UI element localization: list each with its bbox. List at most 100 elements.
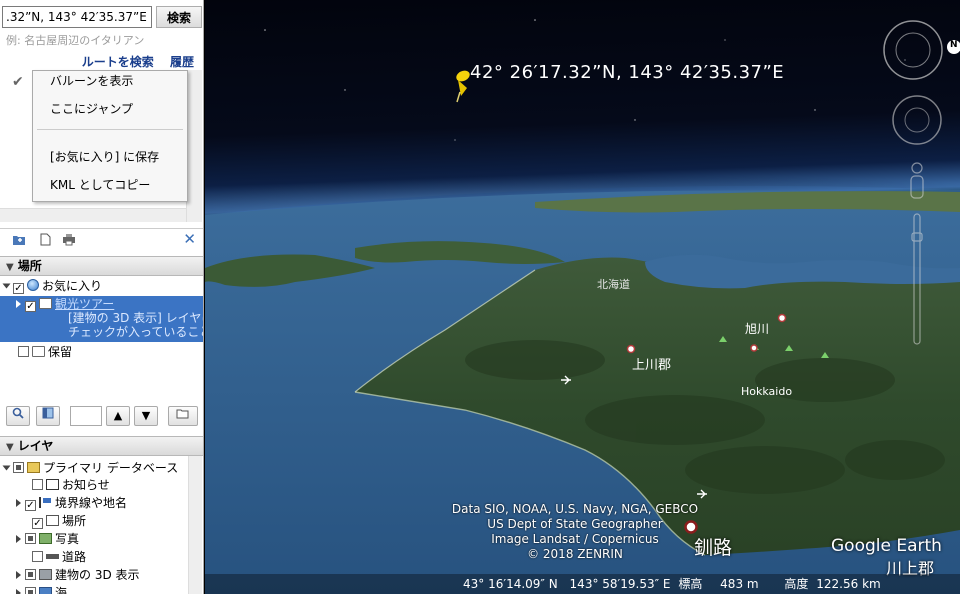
road-icon	[46, 554, 59, 559]
down-arrow-icon: ▼	[141, 409, 151, 422]
layers-stack-icon	[27, 462, 40, 473]
expand-arrow-icon[interactable]	[16, 300, 21, 308]
pending-checkbox[interactable]	[18, 346, 29, 357]
layer-checkbox[interactable]	[32, 551, 43, 562]
region-label-hokkaido: 北海道	[597, 278, 630, 291]
expand-arrow-icon[interactable]	[16, 535, 21, 543]
favorites-label: お気に入り	[42, 279, 103, 293]
layer-label: プライマリ データベース	[43, 461, 179, 475]
panel-icon	[42, 407, 54, 419]
status-altitude-value: 122.56 km	[816, 577, 881, 591]
folder-icon	[39, 298, 52, 309]
ocean-icon	[39, 587, 52, 594]
tour-label[interactable]: 観光ツアー	[55, 297, 114, 311]
search-input[interactable]	[2, 6, 152, 28]
layer-photos[interactable]: 写真	[16, 531, 79, 547]
layer-label: 写真	[55, 532, 80, 546]
google-earth-window: 検索 例: 名古屋周辺のイタリアン ルートを検索 履歴 ✔ バルーンを表示 ここ…	[0, 0, 960, 594]
route-search-link[interactable]: ルートを検索	[82, 55, 154, 69]
menu-item-show-balloon[interactable]: バルーンを表示	[50, 72, 133, 89]
magnifier-icon	[12, 407, 24, 419]
places-header[interactable]: ▼ 場所	[0, 256, 203, 276]
pushpin-icon[interactable]	[455, 69, 472, 103]
attribution-line: US Dept of State Geographer	[487, 517, 663, 531]
search-places-button[interactable]	[6, 406, 30, 426]
layer-3d-buildings[interactable]: 建物の 3D 表示	[16, 567, 140, 583]
menu-item-fly-here[interactable]: ここにジャンプ	[50, 100, 133, 117]
compass-control[interactable]	[883, 20, 960, 80]
search-button[interactable]: 検索	[156, 6, 202, 28]
results-horizontal-scrollbar[interactable]	[0, 208, 186, 222]
layer-places[interactable]: ✓ 場所	[32, 513, 86, 529]
add-folder-icon[interactable]	[12, 233, 26, 246]
expand-arrow-icon[interactable]	[16, 589, 21, 594]
add-document-icon[interactable]	[38, 233, 52, 246]
results-vertical-scrollbar[interactable]	[186, 70, 202, 222]
places-toolbar: ✕	[0, 228, 203, 250]
close-icon[interactable]: ✕	[183, 230, 196, 248]
layers-scrollbar[interactable]	[188, 456, 202, 594]
move-up-button[interactable]: ▲	[106, 406, 130, 426]
move-down-button[interactable]: ▼	[134, 406, 158, 426]
tour-checkbox[interactable]: ✓	[25, 301, 36, 312]
layer-borders-labels[interactable]: ✓ 境界線や地名	[16, 495, 127, 511]
layer-checkbox[interactable]	[25, 587, 36, 594]
layer-notifications[interactable]: お知らせ	[32, 477, 110, 493]
flag-icon	[39, 497, 52, 508]
expand-arrow-icon[interactable]	[16, 499, 21, 507]
history-link[interactable]: 履歴	[170, 55, 194, 69]
menu-item-copy-as-kml[interactable]: KML としてコピー	[50, 176, 150, 193]
tree-item-favorites[interactable]: ✓ お気に入り	[2, 278, 103, 294]
status-elevation-value: 483 m	[720, 577, 759, 591]
collapse-triangle-icon: ▼	[6, 442, 14, 453]
search-hint: 例: 名古屋周辺のイタリアン	[6, 34, 145, 47]
favorites-checkbox[interactable]: ✓	[13, 283, 24, 294]
layer-checkbox[interactable]: ✓	[25, 500, 36, 511]
layer-label: 場所	[62, 514, 87, 528]
search-row: 検索	[2, 6, 202, 28]
building-icon	[39, 569, 52, 580]
layer-checkbox[interactable]	[13, 462, 24, 473]
menu-item-save-to-places[interactable]: [お気に入り] に保存	[50, 148, 159, 165]
layer-primary-database[interactable]: プライマリ データベース	[2, 460, 179, 476]
layer-label: 海	[55, 586, 68, 594]
layer-checkbox[interactable]	[25, 533, 36, 544]
layer-checkbox[interactable]	[32, 479, 43, 490]
layers-header[interactable]: ▼ レイヤ	[0, 436, 203, 456]
status-latitude: 43° 16′14.09″ N	[463, 577, 558, 591]
google-earth-logo: Google Earth	[831, 536, 942, 556]
globe-icon	[27, 279, 39, 291]
print-icon[interactable]	[62, 233, 76, 246]
earth-3d-view[interactable]: 42° 26′17.32”N, 143° 42′35.37”E 北海道 旭川 上…	[205, 0, 960, 594]
search-toolbar: ▲ ▼	[0, 404, 203, 430]
layer-roads[interactable]: 道路	[32, 549, 86, 565]
folder-icon	[176, 409, 189, 419]
blank-field[interactable]	[70, 406, 102, 426]
toggle-panel-button[interactable]	[36, 406, 60, 426]
placemark-label[interactable]: 42° 26′17.32”N, 143° 42′35.37”E	[470, 62, 784, 83]
status-altitude-label: 高度	[784, 577, 809, 591]
check-icon: ✔	[12, 74, 24, 90]
up-arrow-icon: ▲	[113, 409, 123, 422]
expand-arrow-icon[interactable]	[2, 465, 11, 471]
attribution-line: © 2018 ZENRIN	[527, 547, 623, 561]
expand-arrow-icon[interactable]	[2, 283, 11, 289]
layer-label: 建物の 3D 表示	[55, 568, 140, 582]
layer-checkbox[interactable]	[25, 569, 36, 580]
pending-label: 保留	[48, 345, 73, 359]
layer-ocean[interactable]: 海	[16, 585, 67, 594]
tour-description-line2: チェックが入っていることを	[68, 325, 203, 339]
region-label-hokkaido-en: Hokkaido	[741, 385, 793, 398]
tree-item-pending[interactable]: 保留	[18, 344, 72, 360]
layer-checkbox[interactable]: ✓	[32, 518, 43, 529]
context-menu: バルーンを表示 ここにジャンプ [お気に入り] に保存 KML としてコピー	[32, 70, 188, 202]
collapse-triangle-icon: ▼	[6, 262, 14, 273]
folder-menu-button[interactable]	[168, 406, 198, 426]
menu-separator	[37, 129, 183, 130]
look-control[interactable]	[892, 95, 942, 145]
envelope-icon	[46, 479, 59, 490]
layers-header-label: レイヤ	[17, 439, 54, 453]
status-bar: 43° 16′14.09″ N 143° 58′19.53″ E 標高 483 …	[205, 574, 960, 594]
expand-arrow-icon[interactable]	[16, 571, 21, 579]
layer-label: 境界線や地名	[55, 496, 128, 510]
